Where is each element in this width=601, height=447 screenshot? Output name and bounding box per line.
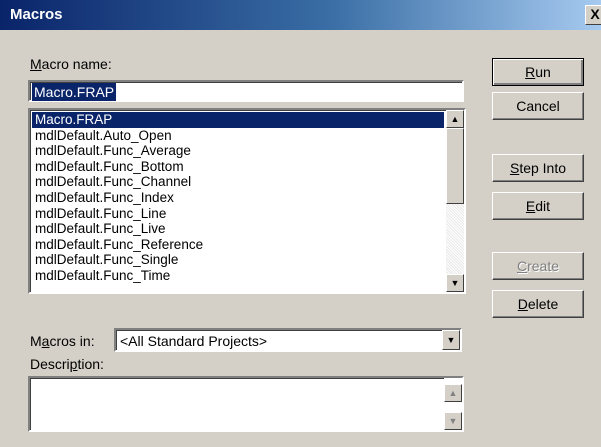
run-button[interactable]: Run <box>492 58 584 86</box>
description-label: Description: <box>30 356 104 372</box>
chevron-down-icon[interactable]: ▼ <box>442 330 460 350</box>
description-field[interactable]: ▲ ▼ <box>28 376 464 432</box>
macros-in-label: Macros in: <box>30 333 95 349</box>
macro-list-scrollbar[interactable]: ▲ ▼ <box>446 110 464 292</box>
step-into-button[interactable]: Step Into <box>492 154 584 182</box>
delete-button[interactable]: Delete <box>492 290 584 318</box>
edit-button[interactable]: Edit <box>492 192 584 220</box>
down-arrow-icon[interactable]: ▼ <box>444 412 462 430</box>
list-item[interactable]: mdlDefault.Auto_Open <box>32 128 444 144</box>
macro-name-input[interactable]: Macro.FRAP <box>28 80 464 102</box>
up-arrow-icon[interactable]: ▲ <box>444 384 462 402</box>
list-item[interactable]: mdlDefault.Func_Bottom <box>32 159 444 175</box>
scroll-thumb[interactable] <box>446 128 464 204</box>
description-scrollbar[interactable]: ▲ ▼ <box>444 378 462 430</box>
macro-list-items: Macro.FRAP mdlDefault.Auto_Open mdlDefault… <box>32 112 444 284</box>
title-bar: Macros X <box>0 0 601 30</box>
close-button[interactable]: X <box>585 5 601 25</box>
up-arrow-icon[interactable]: ▲ <box>446 110 464 128</box>
list-item[interactable]: mdlDefault.Func_Live <box>32 221 444 237</box>
macro-list[interactable]: Macro.FRAP mdlDefault.Auto_Open mdlDefault… <box>28 108 466 294</box>
list-item[interactable]: mdlDefault.Func_Single <box>32 252 444 268</box>
list-item[interactable]: mdlDefault.Func_Average <box>32 143 444 159</box>
create-button[interactable]: Create <box>492 252 584 280</box>
window-title: Macros <box>10 6 63 23</box>
list-item[interactable]: mdlDefault.Func_Time <box>32 268 444 284</box>
macros-in-dropdown[interactable]: <All Standard Projects> ▼ <box>114 328 462 352</box>
macros-in-value: <All Standard Projects> <box>120 333 268 349</box>
list-item[interactable]: mdlDefault.Func_Channel <box>32 174 444 190</box>
list-item[interactable]: mdlDefault.Func_Line <box>32 206 444 222</box>
list-item[interactable]: Macro.FRAP <box>32 112 444 128</box>
macro-name-label: Macro name: <box>30 56 112 72</box>
down-arrow-icon[interactable]: ▼ <box>446 274 464 292</box>
list-item[interactable]: mdlDefault.Func_Reference <box>32 237 444 253</box>
cancel-button[interactable]: Cancel <box>492 92 584 120</box>
list-item[interactable]: mdlDefault.Func_Index <box>32 190 444 206</box>
macro-name-value: Macro.FRAP <box>32 83 117 101</box>
